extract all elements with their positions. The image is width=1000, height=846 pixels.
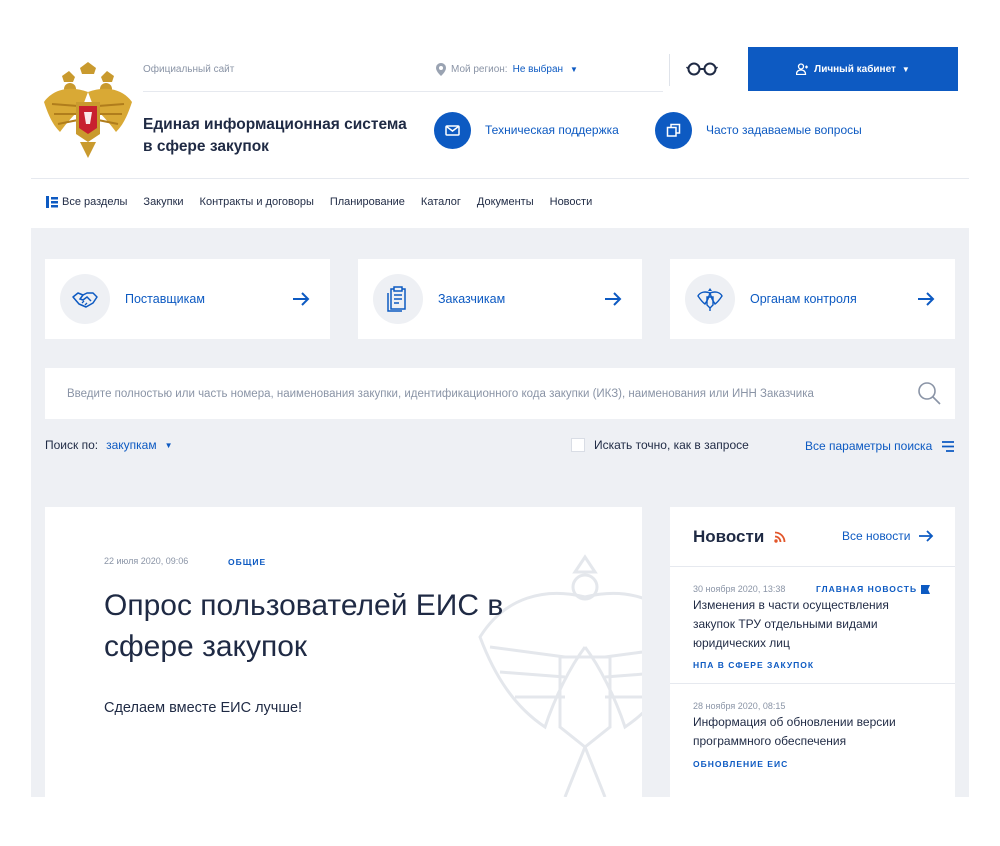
article-subtitle: Сделаем вместе ЕИС лучше! [104, 700, 303, 716]
header-divider [143, 91, 663, 92]
exact-search-label: Искать точно, как в запросе [594, 438, 749, 452]
nav-item-documents[interactable]: Документы [477, 196, 534, 208]
coat-of-arms-watermark [478, 554, 642, 797]
region-selector[interactable]: Мой регион: Не выбран ▼ [436, 63, 578, 76]
emblem-icon [685, 274, 735, 324]
news-date: 28 ноября 2020, 08:15 [693, 701, 786, 711]
news-category[interactable]: НПА В СФЕРЕ ЗАКУПОК [693, 660, 814, 670]
official-site-label: Официальный сайт [143, 64, 235, 75]
nav-item-catalog[interactable]: Каталог [421, 196, 461, 208]
news-panel: Новости Все новости 30 ноября 2020, 13:3… [670, 507, 955, 797]
arrow-right-icon [919, 530, 934, 542]
control-bodies-card[interactable]: Органам контроля [670, 259, 955, 339]
glasses-icon[interactable] [686, 62, 718, 76]
copy-icon [655, 111, 692, 149]
customers-label: Заказчикам [438, 292, 506, 306]
chevron-down-icon: ▼ [570, 65, 578, 74]
tech-support-label: Техническая поддержка [485, 123, 619, 137]
region-label: Мой регион: [451, 64, 508, 75]
sections-tree-icon [46, 196, 58, 208]
search-by: Поиск по: закупкам ▼ [45, 438, 173, 452]
main-nav: Все разделы Закупки Контракты и договоры… [46, 196, 608, 208]
suppliers-card[interactable]: Поставщикам [45, 259, 330, 339]
article-title[interactable]: Опрос пользователей ЕИС в сфере закупок [104, 585, 574, 667]
control-bodies-label: Органам контроля [750, 292, 857, 306]
all-search-params-label: Все параметры поиска [805, 439, 933, 453]
search-by-label: Поиск по: [45, 438, 99, 452]
article-date: 22 июля 2020, 09:06 [104, 556, 189, 566]
nav-item-purchases[interactable]: Закупки [143, 196, 183, 208]
nav-item-news[interactable]: Новости [550, 196, 593, 208]
suppliers-label: Поставщикам [125, 292, 205, 306]
news-heading: Новости [693, 527, 786, 547]
search-icon[interactable] [917, 381, 941, 405]
all-news-label: Все новости [842, 529, 911, 543]
user-icon [796, 63, 809, 75]
news-date: 30 ноября 2020, 13:38 [693, 584, 786, 594]
article-category[interactable]: ОБЩИЕ [228, 557, 266, 567]
header-bottom-divider [31, 178, 969, 179]
arrow-right-icon [918, 292, 935, 306]
filter-lines-icon [942, 440, 955, 452]
coat-of-arms-logo [44, 62, 132, 158]
all-news-link[interactable]: Все новости [842, 529, 934, 543]
main-news-tag: ГЛАВНАЯ НОВОСТЬ [816, 584, 931, 594]
search-bar [45, 368, 955, 419]
arrow-right-icon [605, 292, 622, 306]
featured-article[interactable]: 22 июля 2020, 09:06 ОБЩИЕ Опрос пользова… [45, 507, 642, 797]
nav-item-planning[interactable]: Планирование [330, 196, 405, 208]
header-vertical-divider [669, 54, 670, 86]
site-title-line2: в сфере закупок [143, 138, 269, 155]
arrow-right-icon [293, 292, 310, 306]
tech-support-link[interactable]: Техническая поддержка [434, 111, 619, 149]
region-value[interactable]: Не выбран [513, 64, 563, 75]
site-title: Единая информационная система в сфере за… [143, 114, 413, 158]
news-text[interactable]: Изменения в части осуществления закупок … [693, 596, 933, 653]
news-text[interactable]: Информация об обновлении версии программ… [693, 713, 933, 751]
chevron-down-icon: ▼ [164, 440, 173, 450]
exact-search-checkbox[interactable] [571, 438, 585, 452]
nav-all-sections[interactable]: Все разделы [46, 196, 127, 208]
faq-label: Часто задаваемые вопросы [706, 123, 862, 137]
news-divider [670, 683, 955, 684]
chevron-down-icon: ▼ [901, 64, 910, 74]
handshake-icon [60, 274, 110, 324]
faq-link[interactable]: Часто задаваемые вопросы [655, 111, 862, 149]
news-divider [670, 566, 955, 567]
document-icon [373, 274, 423, 324]
customers-card[interactable]: Заказчикам [358, 259, 642, 339]
nav-all-sections-label: Все разделы [62, 196, 128, 208]
rss-icon[interactable] [774, 531, 786, 543]
personal-cabinet-label: Личный кабинет [814, 63, 896, 75]
search-input[interactable] [45, 368, 905, 419]
search-by-dropdown[interactable]: закупкам [106, 438, 157, 452]
all-search-params-link[interactable]: Все параметры поиска [805, 439, 955, 453]
location-pin-icon [436, 63, 446, 76]
exact-search-option[interactable]: Искать точно, как в запросе [571, 438, 749, 452]
nav-item-contracts[interactable]: Контракты и договоры [200, 196, 314, 208]
flag-icon [921, 584, 931, 594]
news-category[interactable]: ОБНОВЛЕНИЕ ЕИС [693, 759, 788, 769]
main-news-tag-label: ГЛАВНАЯ НОВОСТЬ [816, 584, 918, 594]
mail-icon [434, 111, 471, 149]
personal-cabinet-button[interactable]: Личный кабинет ▼ [748, 47, 958, 91]
site-title-line1: Единая информационная система [143, 116, 407, 133]
news-title: Новости [693, 527, 765, 546]
